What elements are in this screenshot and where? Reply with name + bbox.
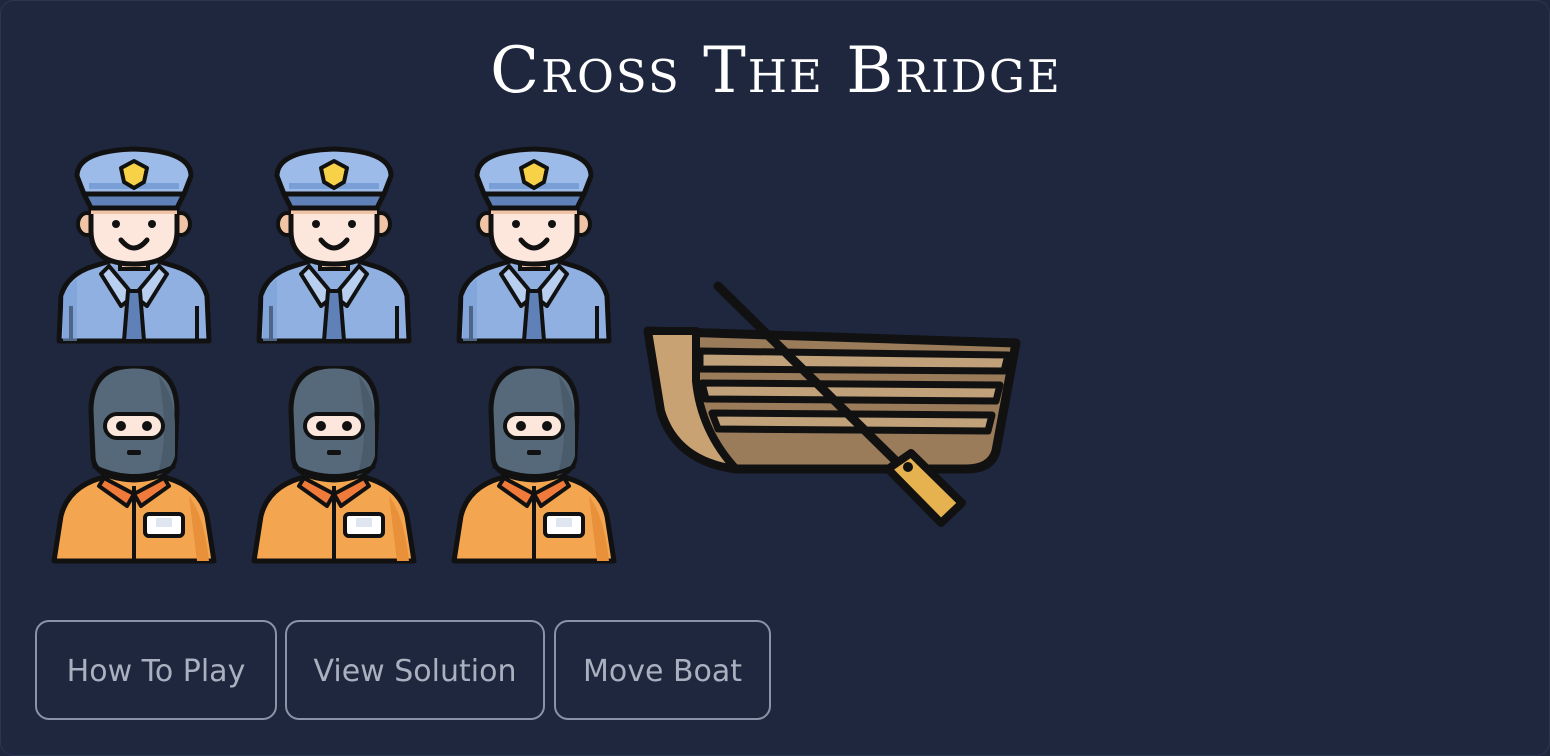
- view-solution-button[interactable]: View Solution: [285, 620, 545, 720]
- how-to-play-button[interactable]: How To Play: [35, 620, 277, 720]
- move-boat-button[interactable]: Move Boat: [554, 620, 771, 720]
- police-officer-1[interactable]: [49, 146, 219, 351]
- police-officer-3[interactable]: [449, 146, 619, 351]
- thief-3[interactable]: [449, 366, 619, 571]
- thief-2[interactable]: [249, 366, 419, 571]
- thief-1[interactable]: [49, 366, 219, 571]
- game-panel: Cross The Bridge How To Play View Soluti…: [0, 0, 1550, 756]
- page-title: Cross The Bridge: [490, 34, 1062, 108]
- police-officer-2[interactable]: [249, 146, 419, 351]
- rowboat[interactable]: [636, 271, 1036, 541]
